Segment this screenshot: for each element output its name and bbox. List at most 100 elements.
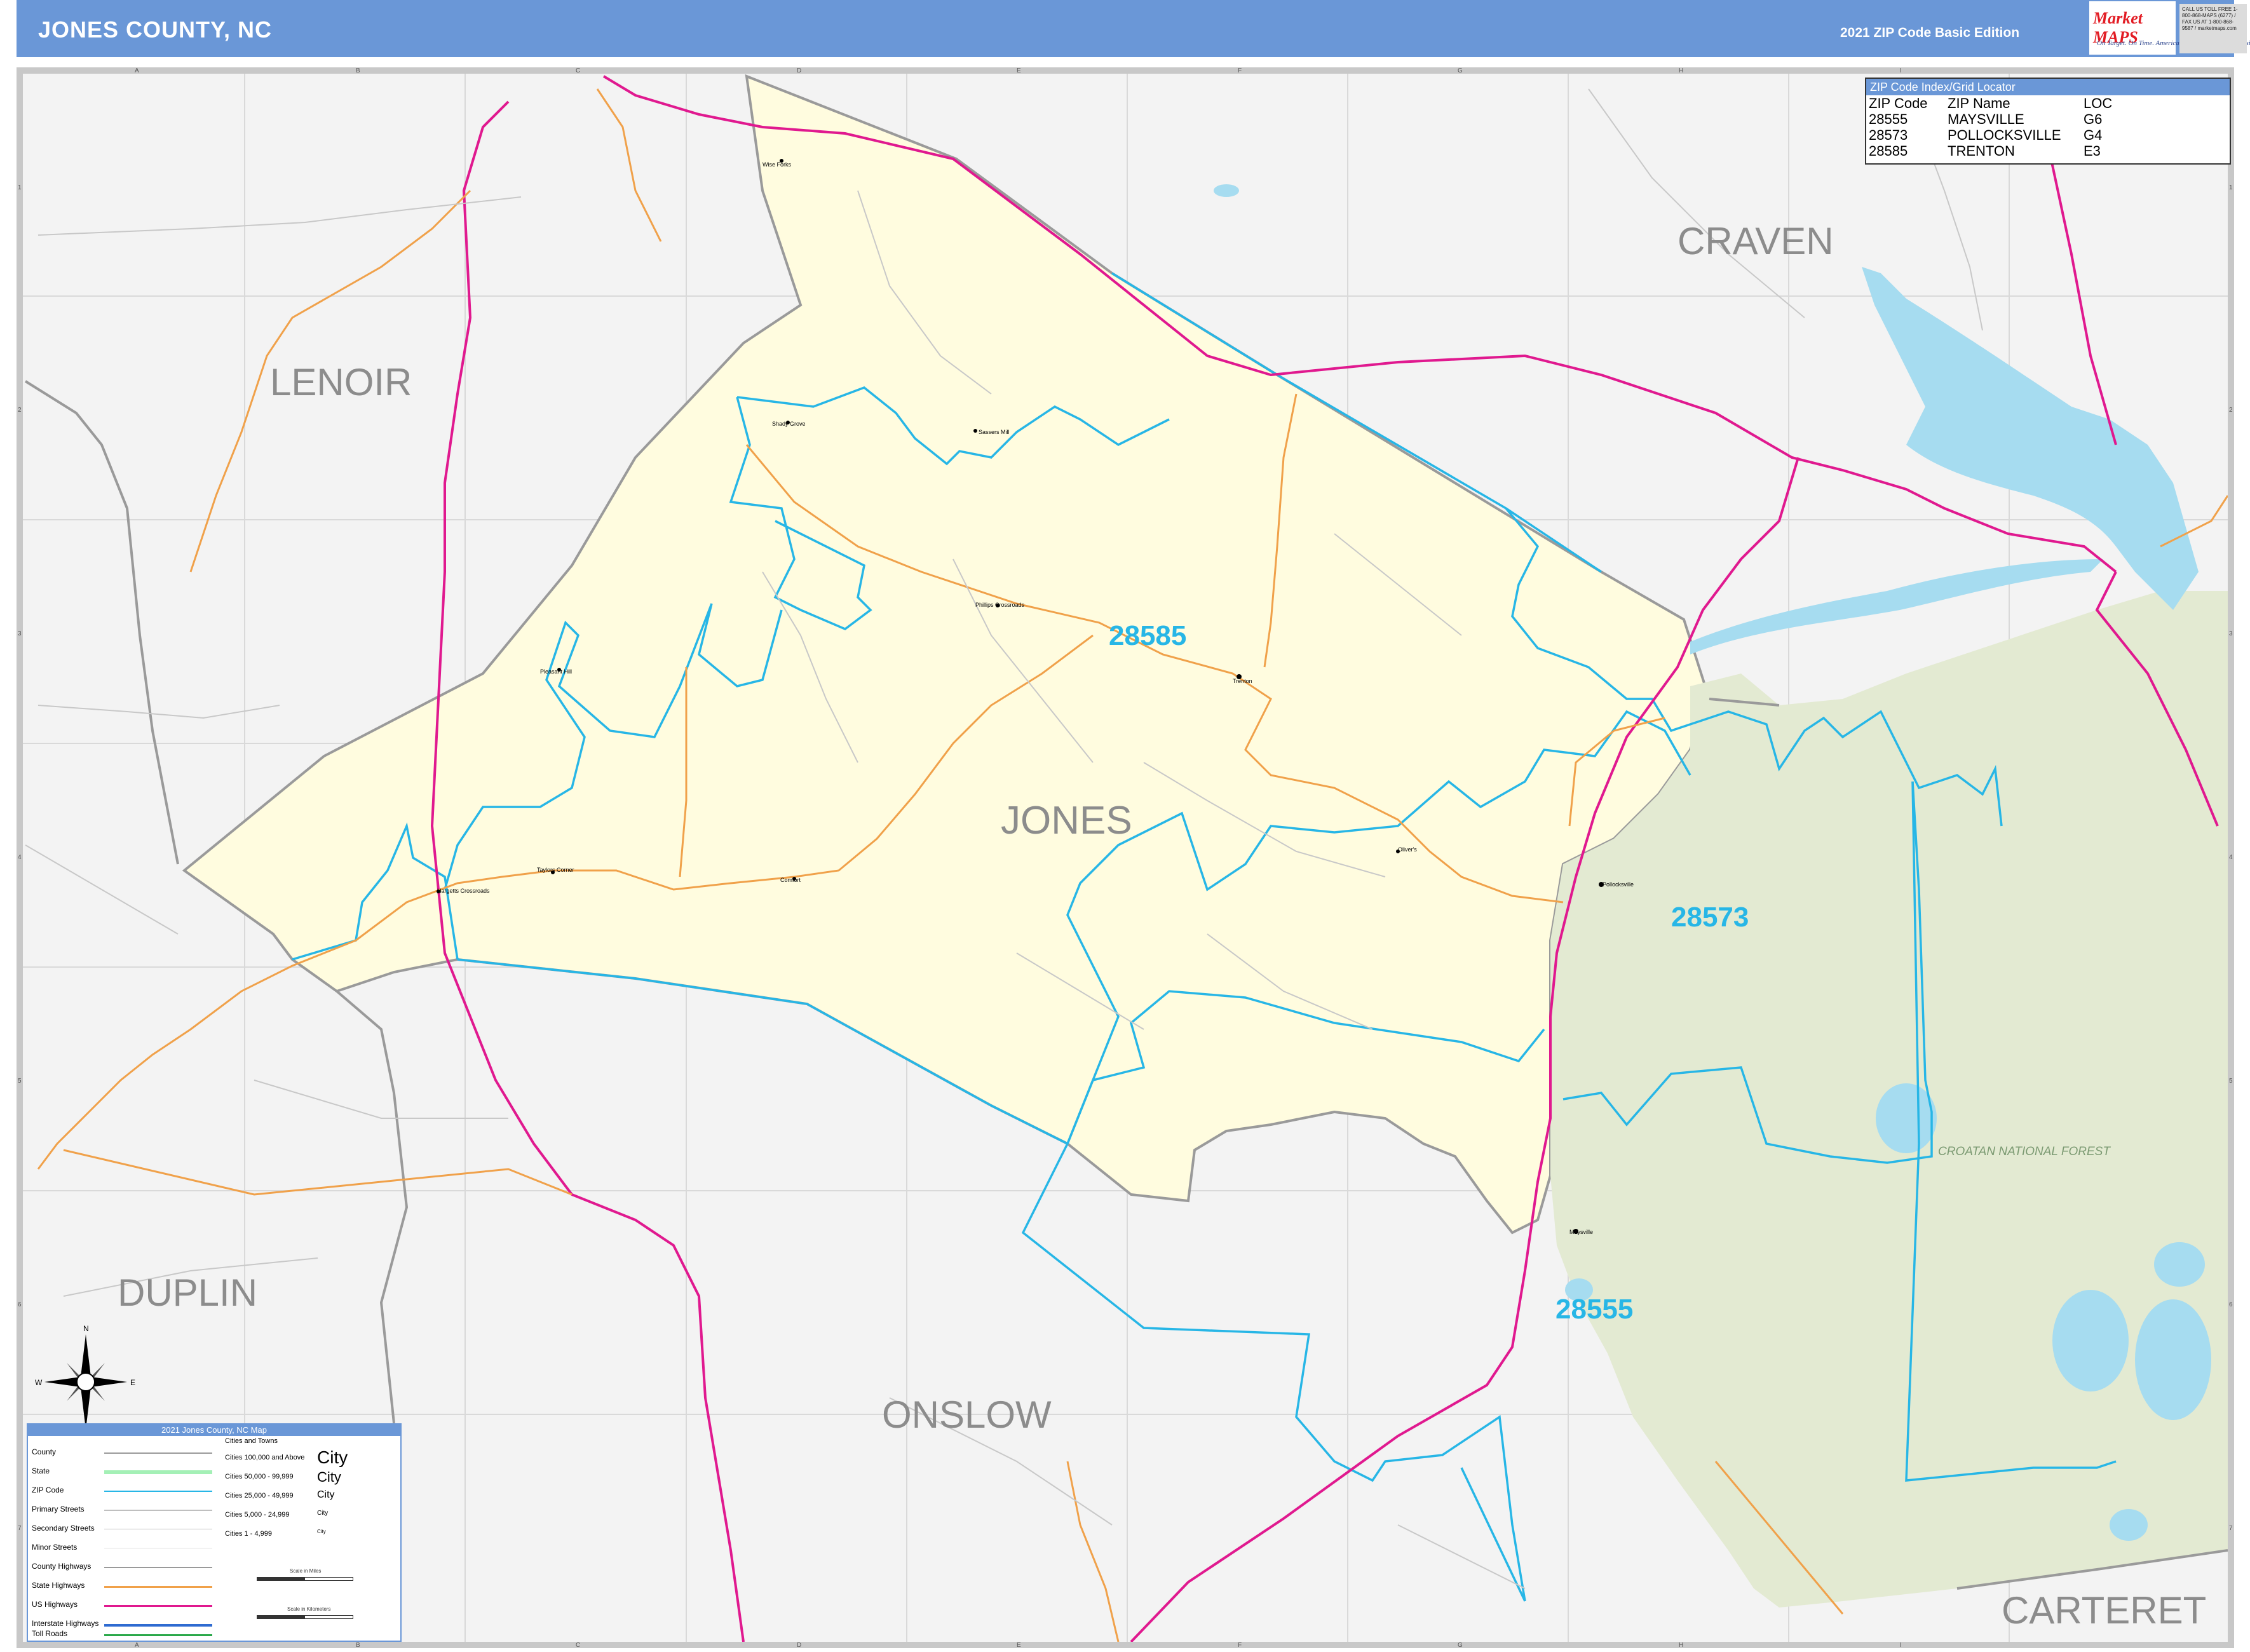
legend-item-zip: ZIP Code [32,1486,64,1494]
grid-col-label: G [1458,1642,1463,1649]
compass-n: N [83,1324,89,1333]
compass-e: E [130,1378,135,1387]
grid-row-label: 7 [2229,1525,2233,1532]
grid-row-label: 1 [2229,184,2233,191]
edition-label: 2021 ZIP Code Basic Edition [1840,25,2020,40]
legend-swatch-county-hwy [104,1567,212,1568]
legend-swatch-primary [104,1510,212,1511]
scale-km-label: Scale in Kilometers [287,1606,331,1612]
place-label: Wise Forks [762,161,792,168]
legend-item-secondary: Secondary Streets [32,1524,95,1533]
legend-item-state: State [32,1466,50,1475]
grid-row-label: 1 [18,184,22,191]
legend-swatch-state-hwy [104,1586,212,1588]
grid-col-label: B [356,1642,360,1649]
forest-label-text: CROATAN NATIONAL FOREST [1938,1145,2111,1158]
grid-row-label: 2 [18,407,22,414]
grid-row-label: 5 [18,1078,22,1085]
zip-label-28555: 28555 [1555,1294,1633,1325]
legend-item-toll: Toll Roads [32,1629,68,1638]
place-label: Trenton [1233,678,1252,684]
zip-index-row[interactable]: 28585 TRENTON E3 [1869,143,2115,159]
place-label: Sassers Mill [979,429,1010,435]
legend-swatch-toll [104,1634,212,1636]
zip-index-row[interactable]: 28555 MAYSVILLE G6 [1869,111,2115,127]
compass-w: W [35,1378,43,1387]
zip-index-header-row: ZIP Code ZIP Name LOC [1869,95,2115,111]
market-maps-logo: Market MAPS On Target. On Time. America'… [2089,1,2250,55]
place-label: Pollocksville [1603,881,1634,888]
map-legend: 2021 Jones County, NC Map County State Z… [27,1423,402,1642]
lake [2154,1242,2205,1287]
grid-row-label: 6 [2229,1301,2233,1308]
scale-bar-miles [257,1577,353,1581]
zip-name-cell: POLLOCKSVILLE [1948,127,2061,143]
legend-item-county: County [32,1447,57,1456]
grid-row-label: 6 [18,1301,22,1308]
county-label-carteret: CARTERET [2002,1589,2206,1632]
lake [2135,1299,2211,1420]
legend-item-us-hwy: US Highways [32,1600,78,1609]
place-label: Maysville [1569,1229,1593,1235]
legend-city-class: Cities 50,000 - 99,999 [225,1473,294,1480]
grid-row-label: 4 [18,854,22,861]
legend-swatch-state [104,1470,212,1474]
legend-item-interstate: Interstate Highways [32,1619,99,1628]
legend-item-primary: Primary Streets [32,1505,85,1513]
legend-swatch-county [104,1452,212,1454]
grid-row-label: 3 [2229,630,2233,637]
legend-swatch-interstate [104,1624,212,1627]
map-canvas[interactable]: LENOIR CRAVEN JONES DUPLIN ONSLOW CARTER… [23,74,2228,1642]
legend-swatch-zip [104,1491,212,1492]
lake [2052,1290,2129,1391]
county-label-duplin: DUPLIN [118,1271,257,1314]
place-label: Comfort [780,877,801,883]
legend-city-sample: City [317,1469,341,1485]
grid-row-label: 3 [18,630,22,637]
place-label: Hargetts Crossroads [437,888,490,894]
pond [1214,184,1239,197]
grid-col-label: D [797,1642,802,1649]
legend-city-class: Cities 1 - 4,999 [225,1530,272,1538]
grid-row-label: 7 [18,1525,22,1532]
legend-city-sample: City [317,1510,329,1517]
legend-cities-header: Cities and Towns [225,1437,278,1445]
grid-col-label: A [135,1642,139,1649]
legend-city-class: Cities 5,000 - 24,999 [225,1511,290,1519]
grid-col-label: I [1900,1642,1902,1649]
place-label: Shady Grove [772,421,806,427]
grid-row-label: 4 [2229,854,2233,861]
place-label: Phillips Crossroads [975,602,1025,608]
contact-box: CALL US TOLL FREE 1-800-868-MAPS (6277) … [2179,4,2247,53]
place-label: Taylors Corner [537,867,574,873]
zip-label-28585: 28585 [1109,620,1186,651]
legend-city-class: Cities 25,000 - 49,999 [225,1492,294,1500]
header-bar: JONES COUNTY, NC 2021 ZIP Code Basic Edi… [17,0,2250,57]
zip-loc-cell: G4 [2084,127,2103,143]
legend-city-class: Cities 100,000 and Above [225,1454,305,1461]
zip-index-grid: ZIP Code ZIP Name LOC 28555 MAYSVILLE G6… [1869,95,2115,159]
grid-row-label: 2 [2229,407,2233,414]
scale-miles-label: Scale in Miles [290,1568,322,1574]
grid-col-label: H [1679,1642,1684,1649]
zip-loc-cell: E3 [2084,143,2101,159]
map-title: JONES COUNTY, NC [38,17,273,43]
zip-code-cell: 28585 [1869,143,1908,159]
scale-bar-km [257,1615,353,1619]
zip-index-header: LOC [2084,95,2113,111]
legend-city-sample: City [317,1489,335,1500]
place-label: Oliver's [1398,846,1417,853]
grid-col-label: F [1238,1642,1242,1649]
forest-label: CROATAN NATIONAL FOREST [1938,1145,2111,1158]
grid-col-label: E [1017,1642,1021,1649]
zip-index-header: ZIP Code [1869,95,1928,111]
legend-swatch-us-hwy [104,1605,212,1607]
zip-index-row[interactable]: 28573 POLLOCKSVILLE G4 [1869,127,2115,143]
county-label-onslow: ONSLOW [882,1393,1052,1436]
lake [2110,1509,2148,1541]
zip-name-cell: TRENTON [1948,143,2015,159]
place-label: Pleasant Hill [540,668,572,675]
county-label-craven: CRAVEN [1677,220,1834,262]
zip-index-header: ZIP Name [1948,95,2010,111]
legend-item-state-hwy: State Highways [32,1581,85,1590]
